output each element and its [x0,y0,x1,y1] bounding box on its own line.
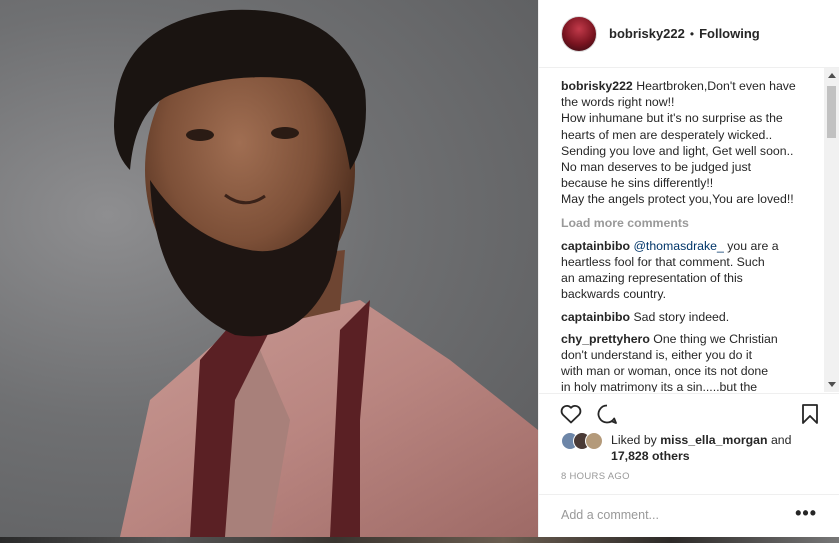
caption-line: the words right now!! [561,95,675,110]
liker-avatars[interactable] [561,432,603,452]
comment-text: an amazing representation of this [561,271,743,286]
caption-line: Sending you love and light, Get well soo… [561,143,794,158]
comment-text: you are a [723,238,779,253]
comment-item: captainbibo Sad story indeed. [561,309,823,325]
post-photo[interactable] [0,0,538,537]
likes-and: and [767,433,792,447]
load-more-comments-button[interactable]: Load more comments [561,215,823,231]
caption-line: No man deserves to be judged just [561,160,752,175]
scroll-thumb[interactable] [827,86,836,138]
bookmark-icon[interactable] [798,402,822,426]
comment-text: with man or woman, once its not done [561,364,769,379]
comment-item: chy_prettyhero One thing we Christian do… [561,331,823,392]
caption-line: Heartbroken,Don't even have [636,79,796,93]
header-username[interactable]: bobrisky222 [609,26,685,41]
comment-item: captainbibo @thomasdrake_ you are a hear… [561,238,823,303]
likes-count-link[interactable]: 17,828 others [611,449,690,463]
comment-icon[interactable] [595,402,619,426]
post-caption: bobrisky222 Heartbroken,Don't even have … [561,78,823,208]
post-timestamp[interactable]: 8 HOURS AGO [561,471,630,482]
comment-text: Sad story indeed. [633,309,730,324]
likes-prefix: Liked by [611,433,661,447]
comment-text: heartless fool for that comment. Such [561,255,765,270]
likes-text: Liked by miss_ella_morgan and 17,828 oth… [611,432,791,464]
likes-section: Liked by miss_ella_morgan and 17,828 oth… [561,432,831,464]
caption-line: How inhumane but it's no surprise as the [561,111,783,126]
comment-text: One thing we Christian [653,331,778,346]
post-actions [539,393,839,434]
comment-username[interactable]: captainbibo [561,239,630,253]
add-comment-bar: Add a comment... ••• [539,494,839,538]
comment-username[interactable]: captainbibo [561,310,630,324]
caption-line: hearts of men are desperately wicked.. [561,127,773,142]
post-header: bobrisky222 • Following [539,0,839,68]
comment-username[interactable]: chy_prettyhero [561,332,650,346]
caption-username[interactable]: bobrisky222 [561,79,633,93]
scroll-down-arrow-icon[interactable] [828,382,836,387]
caption-line: May the angels protect you,You are loved… [561,192,794,207]
next-post-preview [0,537,839,543]
comments-list[interactable]: bobrisky222 Heartbroken,Don't even have … [561,78,823,392]
liker-username-link[interactable]: miss_ella_morgan [660,433,767,447]
scroll-up-arrow-icon[interactable] [828,73,836,78]
post-sidebar: bobrisky222 • Following bobrisky222 Hear… [538,0,839,537]
instagram-post-modal: bobrisky222 • Following bobrisky222 Hear… [0,0,839,543]
follow-status-button[interactable]: Following [699,26,760,41]
more-options-icon[interactable]: ••• [795,503,817,524]
caption-line: because he sins differently!! [561,176,714,191]
add-comment-input[interactable]: Add a comment... [561,508,659,522]
comments-scrollbar[interactable] [824,68,839,392]
separator-dot: • [689,26,695,41]
comment-text: backwards country. [561,287,667,302]
comment-text: don't understand is, either you do it [561,348,753,363]
heart-icon[interactable] [559,402,583,426]
comment-text: in holy matrimony its a sin.....but the [561,380,758,392]
liker-avatar [585,432,603,450]
user-avatar[interactable] [561,15,597,52]
comment-mention-link[interactable]: @thomasdrake_ [633,239,723,253]
